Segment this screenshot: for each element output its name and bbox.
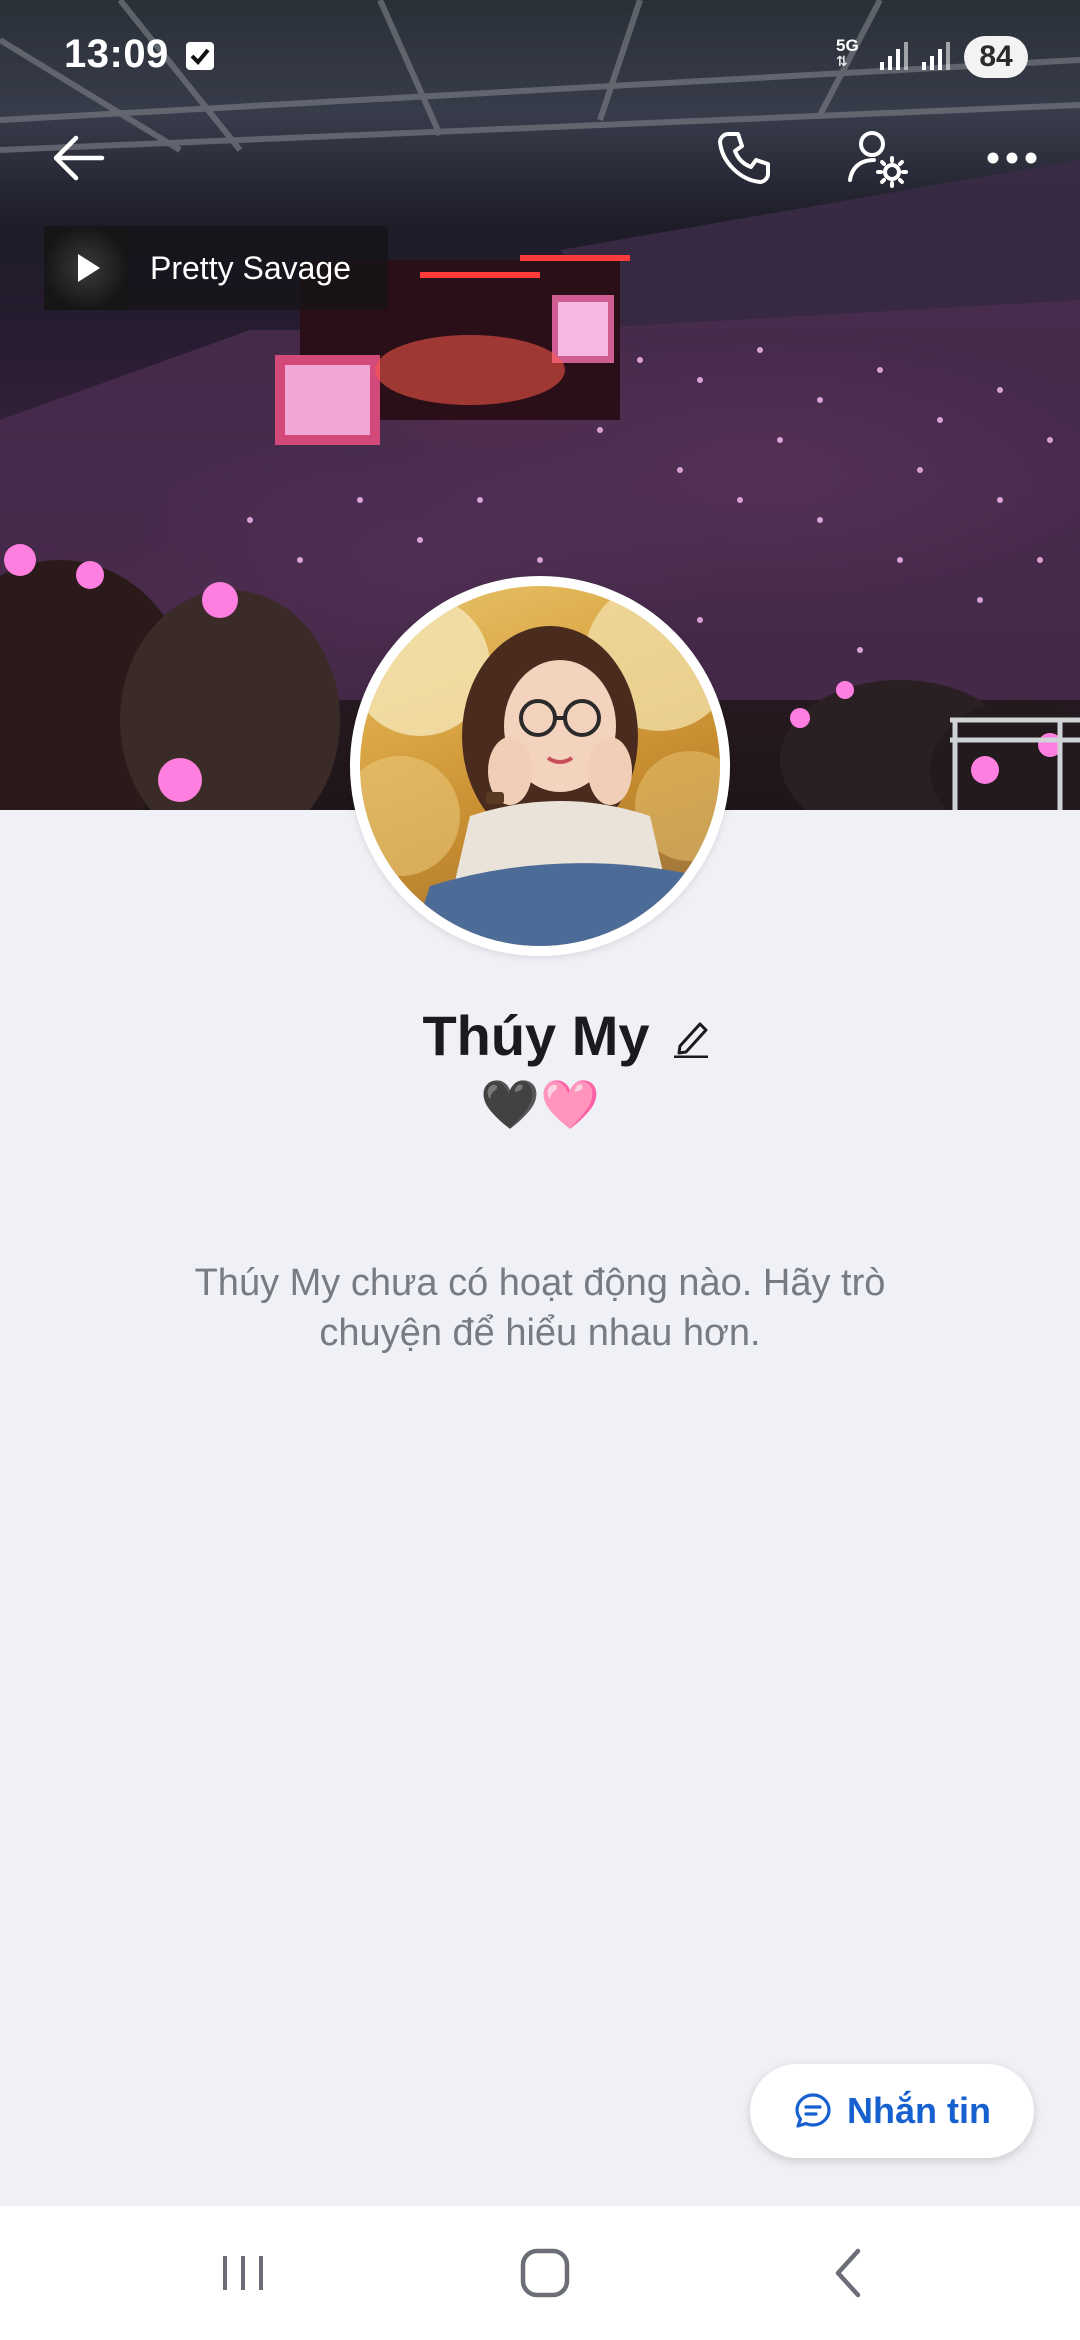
user-settings-icon [848, 131, 908, 188]
empty-activity-message: Thúy My chưa có hoạt động nào. Hãy trò c… [194, 1262, 886, 1354]
back-button[interactable] [38, 118, 118, 198]
call-button[interactable] [704, 118, 784, 198]
status-bar: 13:09 5G ⇅ 84 [0, 0, 1080, 110]
play-icon[interactable] [66, 248, 106, 288]
recent-apps-button[interactable] [183, 2228, 303, 2318]
profile-settings-button[interactable] [838, 118, 918, 198]
chat-bubble-icon [795, 2093, 831, 2128]
system-back-button[interactable] [788, 2228, 908, 2318]
avatar-photo [360, 586, 720, 946]
home-button[interactable] [485, 2228, 605, 2318]
phone-icon [718, 132, 770, 184]
battery-indicator: 84 [964, 36, 1028, 78]
profile-screen: 13:09 5G ⇅ 84 Pretty Savage Thúy My 🖤🩷 T… [0, 0, 1080, 2340]
profile-bio: 🖤🩷 [480, 1079, 600, 1132]
message-button[interactable]: Nhắn tin [750, 2064, 1034, 2158]
more-options-button[interactable] [972, 118, 1052, 198]
data-arrows-icon: ⇅ [836, 53, 848, 69]
profile-name: Thúy My [422, 1003, 650, 1067]
task-check-icon [186, 42, 214, 70]
chevron-left-icon [835, 2248, 861, 2298]
profile-music-player[interactable]: Pretty Savage [44, 226, 388, 310]
network-type: 5G ⇅ [836, 36, 859, 69]
profile-name-row: Thúy My [0, 1000, 1080, 1070]
home-icon [520, 2248, 570, 2298]
message-button-label: Nhắn tin [847, 2090, 991, 2131]
arrow-left-icon [53, 135, 105, 181]
signal-icon [880, 42, 908, 70]
system-nav-bar [0, 2206, 1080, 2340]
pencil-icon[interactable] [672, 1016, 710, 1058]
recent-apps-icon [223, 2256, 263, 2290]
music-cover [44, 226, 128, 310]
music-title: Pretty Savage [150, 249, 351, 286]
network-label: 5G [836, 36, 859, 55]
signal-icon-2 [922, 42, 950, 70]
more-horizontal-icon [987, 152, 1037, 164]
avatar[interactable] [350, 576, 730, 956]
status-time: 13:09 [64, 32, 169, 76]
